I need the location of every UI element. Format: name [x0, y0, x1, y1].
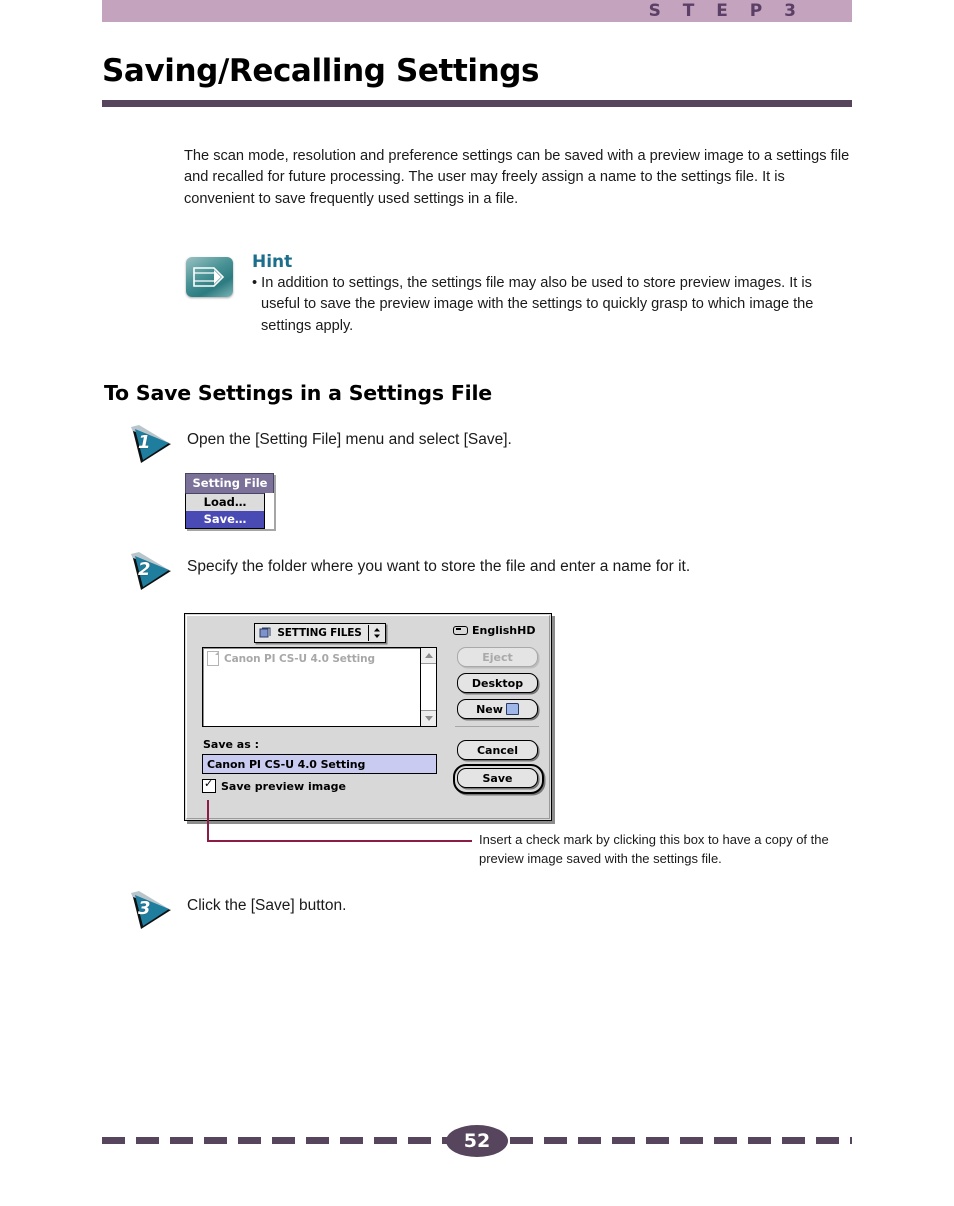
desktop-button[interactable]: Desktop: [457, 673, 538, 693]
step-instruction: Specify the folder where you want to sto…: [187, 558, 691, 575]
step-instruction: Click the [Save] button.: [187, 897, 347, 914]
scroll-down-arrow-icon[interactable]: [421, 710, 436, 726]
save-button-label: Save: [482, 771, 513, 785]
button-group-divider: [455, 726, 539, 727]
scroll-up-arrow-icon[interactable]: [421, 648, 436, 664]
updown-arrows-icon: [368, 625, 385, 641]
step-number-badge: 2: [125, 552, 175, 596]
step-instruction: Open the [Setting File] menu and select …: [187, 431, 512, 448]
menu-item-save[interactable]: Save…: [186, 511, 264, 528]
checkbox-box[interactable]: ✓: [202, 777, 216, 793]
eject-button-label: Eject: [482, 650, 513, 664]
new-folder-button-label: New: [476, 702, 503, 716]
pencil-note-icon: [186, 257, 233, 297]
eject-button: Eject: [457, 647, 538, 667]
step-number-badge: 3: [125, 891, 175, 935]
save-dialog-figure: SETTING FILES EnglishHD Canon PI CS-U 4.…: [184, 613, 552, 821]
volume-name: EnglishHD: [472, 624, 536, 637]
hint-body: Hint • In addition to settings, the sett…: [252, 253, 854, 337]
folder-stack-icon: [259, 627, 271, 638]
intro-paragraph: The scan mode, resolution and preference…: [184, 148, 850, 207]
new-folder-button[interactable]: New: [457, 699, 538, 719]
menu-title: Setting File: [185, 473, 274, 493]
document-icon: [207, 651, 219, 666]
checkbox-label: Save preview image: [221, 779, 346, 793]
save-preview-image-checkbox[interactable]: ✓ Save preview image: [202, 777, 346, 793]
hint-text: • In addition to settings, the settings …: [252, 275, 814, 334]
new-folder-icon: [505, 703, 519, 715]
cancel-button-label: Cancel: [476, 743, 519, 757]
hard-disk-icon: [453, 626, 468, 635]
callout-leader-vertical: [207, 800, 209, 842]
list-item-label: Canon PI CS-U 4.0 Setting: [224, 652, 375, 665]
page-title: Saving/Recalling Settings: [102, 53, 540, 89]
file-list-scrollbar[interactable]: [420, 648, 436, 726]
filename-input[interactable]: Canon PI CS-U 4.0 Setting: [202, 754, 437, 774]
callout-text: Insert a check mark by clicking this box…: [479, 832, 829, 866]
desktop-button-label: Desktop: [471, 676, 524, 690]
setting-file-menu-figure: Setting File Load… Save…: [185, 473, 274, 529]
location-popup-menu[interactable]: SETTING FILES: [254, 623, 386, 643]
list-item[interactable]: Canon PI CS-U 4.0 Setting: [203, 648, 436, 666]
save-button[interactable]: Save: [457, 768, 538, 788]
step-number: 3: [138, 898, 151, 919]
page-number-badge: 52: [446, 1125, 508, 1157]
menu-item-load[interactable]: Load…: [186, 494, 264, 511]
file-list[interactable]: Canon PI CS-U 4.0 Setting: [202, 647, 437, 727]
step-number: 2: [138, 559, 151, 580]
save-as-label: Save as :: [203, 738, 260, 751]
location-popup-label: SETTING FILES: [277, 627, 362, 639]
title-underline-rule: [102, 100, 852, 107]
hint-title: Hint: [252, 252, 293, 272]
volume-indicator: EnglishHD: [453, 624, 535, 637]
cancel-button[interactable]: Cancel: [457, 740, 538, 760]
hint-block: Hint • In addition to settings, the sett…: [186, 253, 854, 337]
filename-value: Canon PI CS-U 4.0 Setting: [207, 757, 366, 771]
step-number-badge: 1: [125, 425, 175, 469]
menu-items: Load… Save…: [185, 493, 265, 529]
section-heading: To Save Settings in a Settings File: [104, 381, 492, 405]
check-icon: ✓: [204, 777, 214, 790]
step-indicator: S T E P 3: [648, 1, 804, 21]
step-number: 1: [138, 432, 151, 453]
callout-leader-horizontal: [207, 840, 472, 842]
header-band: S T E P 3: [102, 0, 852, 22]
